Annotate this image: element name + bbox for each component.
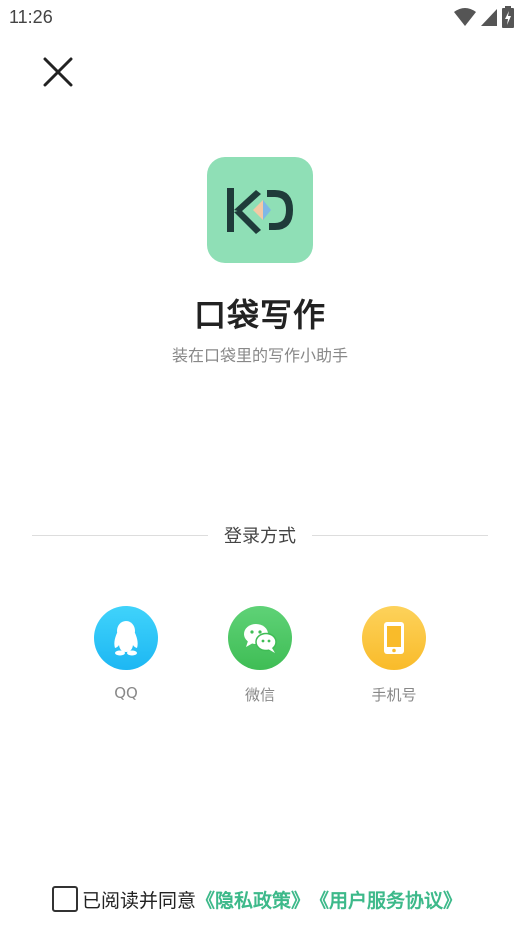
status-bar: 11:26 [0, 0, 520, 36]
phone-icon [384, 622, 404, 654]
phone-login-label: 手机号 [371, 686, 417, 704]
qq-login-icon-circle [94, 606, 158, 670]
wifi-icon [454, 8, 476, 26]
app-name: 口袋写作 [193, 296, 326, 334]
app-logo [207, 157, 313, 263]
phone-login-icon-circle [362, 606, 426, 670]
battery-icon [502, 6, 514, 28]
privacy-policy-link[interactable]: 《隐私政策》 [196, 886, 310, 913]
user-agreement-link[interactable]: 《用户服务协议》 [310, 886, 462, 913]
qq-login-button[interactable]: QQ [76, 606, 176, 702]
close-button[interactable] [38, 52, 78, 92]
divider-line-left [32, 534, 208, 536]
wechat-login-label: 微信 [244, 686, 275, 704]
wechat-login-icon-circle [228, 606, 292, 670]
login-method-label: 登录方式 [224, 526, 296, 547]
app-slogan: 装在口袋里的写作小助手 [171, 346, 348, 365]
agreement-checkbox[interactable] [52, 886, 78, 912]
close-icon [43, 57, 73, 87]
agreement-text: 已阅读并同意 [82, 889, 197, 912]
divider-line-right [312, 534, 488, 536]
login-options: QQ 微信 手机号 [0, 606, 520, 716]
status-time: 11:26 [9, 7, 53, 27]
agreement-row: 已阅读并同意 《隐私政策》 《用户服务协议》 [52, 884, 462, 914]
login-method-divider: 登录方式 [32, 520, 488, 550]
kd-logo-icon [227, 188, 293, 234]
wechat-icon [244, 624, 277, 653]
qq-penguin-icon [114, 621, 138, 656]
phone-login-button[interactable]: 手机号 [344, 606, 444, 705]
cellular-signal-icon [481, 9, 497, 26]
wechat-login-button[interactable]: 微信 [210, 606, 310, 705]
qq-login-label: QQ [114, 684, 138, 702]
status-icons [454, 6, 514, 28]
